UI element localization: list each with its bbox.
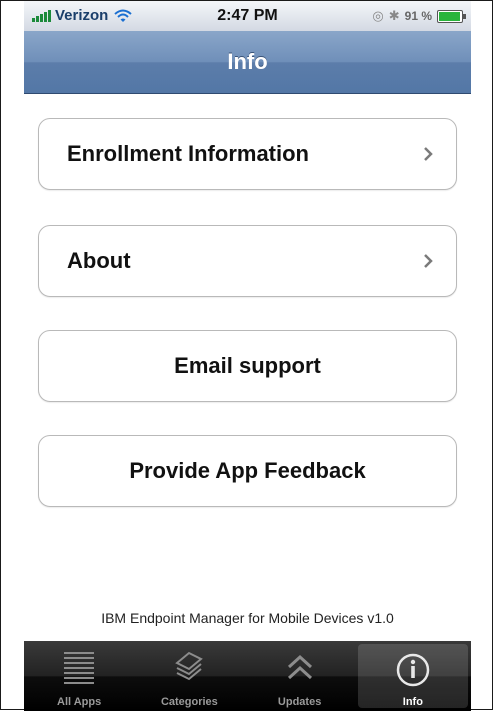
provide-app-feedback-button[interactable]: Provide App Feedback [38,435,457,507]
provide-app-feedback-label: Provide App Feedback [129,458,366,483]
bluetooth-icon: ✱ [388,8,400,23]
double-chevron-up-icon [287,654,312,680]
tab-updates-label: Updates [277,696,322,708]
tab-categories[interactable]: Categories [134,641,244,711]
enrollment-information-button[interactable]: Enrollment Information [38,118,457,190]
chevron-right-icon [424,147,433,161]
tab-bar: All Apps Categories Updates Info [24,641,471,711]
email-support-button[interactable]: Email support [38,330,457,402]
tab-all-apps[interactable]: All Apps [24,641,134,711]
app-version-text: IBM Endpoint Manager for Mobile Devices … [101,610,394,626]
list-icon [64,652,95,684]
info-icon [396,653,430,687]
tab-info[interactable]: Info [357,644,468,708]
stack-icon [175,651,204,681]
page-title: Info [227,49,268,74]
status-right: ◎ ✱ 91 % [372,8,466,24]
phone-screen: Verizon 2:47 PM ◎ ✱ 91 % Info Enrollment… [24,1,471,711]
enrollment-information-label: Enrollment Information [67,141,309,166]
about-button[interactable]: About [38,225,457,297]
status-bar: Verizon 2:47 PM ◎ ✱ 91 % [24,1,471,31]
about-label: About [67,248,131,273]
battery-icon [437,9,466,23]
battery-percent: 91 % [404,9,432,23]
tab-all-apps-label: All Apps [57,696,102,708]
email-support-label: Email support [174,353,321,378]
rotation-lock-icon: ◎ [372,8,384,23]
info-content: Enrollment Information About Email suppo… [24,94,471,641]
tab-info-label: Info [402,696,423,708]
navigation-bar: Info [24,31,471,94]
tab-updates[interactable]: Updates [245,641,355,711]
tab-categories-label: Categories [160,696,218,708]
screenshot-frame: Verizon 2:47 PM ◎ ✱ 91 % Info Enrollment… [0,0,493,711]
chevron-right-icon [424,254,433,268]
